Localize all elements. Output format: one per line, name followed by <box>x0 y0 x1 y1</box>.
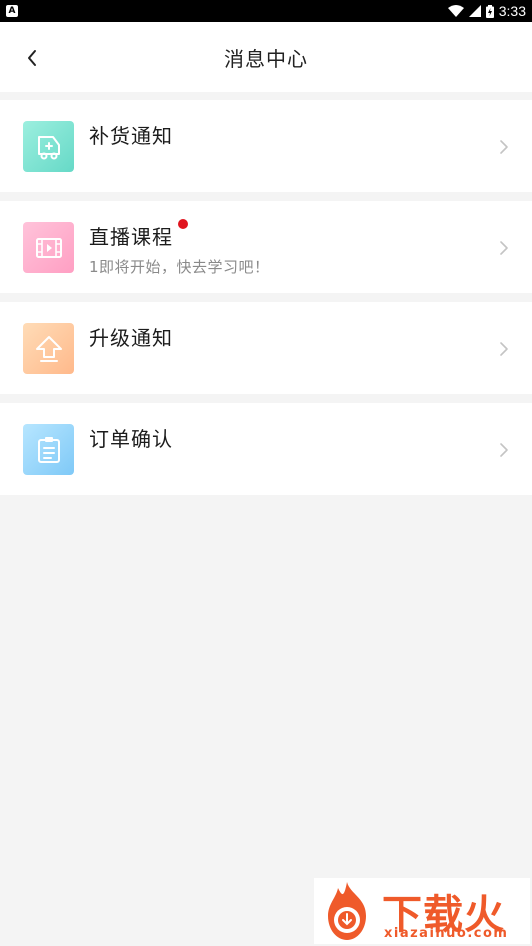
unread-dot <box>178 219 188 229</box>
message-title: 升级通知 <box>89 326 173 350</box>
battery-icon <box>485 4 494 18</box>
message-item-upgrade[interactable]: 升级通知 <box>0 302 532 394</box>
message-list: 补货通知 直播课程 1即将开始，快去学习吧！ 升级通知 订单确认 <box>0 100 532 495</box>
video-film-icon <box>23 222 74 273</box>
chevron-left-icon <box>28 50 36 66</box>
upgrade-arrow-icon <box>23 323 74 374</box>
message-preview: 1即将开始，快去学习吧！ <box>89 258 270 276</box>
app-notification-icon: A <box>6 5 18 17</box>
chevron-right-icon <box>500 342 508 356</box>
cell-signal-icon <box>468 5 481 17</box>
delivery-truck-icon <box>23 121 74 172</box>
status-bar: A 3:33 <box>0 0 532 22</box>
clipboard-icon <box>23 424 74 475</box>
message-title: 补货通知 <box>89 124 173 148</box>
status-time: 3:33 <box>498 3 526 19</box>
chevron-right-icon <box>500 443 508 457</box>
watermark: 下载火 xiazaihuo.com <box>314 878 530 944</box>
fire-logo-icon <box>328 882 366 940</box>
message-title: 订单确认 <box>89 427 173 451</box>
wifi-icon <box>447 5 464 17</box>
chevron-right-icon <box>500 241 508 255</box>
message-item-order-confirm[interactable]: 订单确认 <box>0 403 532 495</box>
header-bar: 消息中心 <box>0 22 532 92</box>
message-item-live-course[interactable]: 直播课程 1即将开始，快去学习吧！ <box>0 201 532 293</box>
message-item-restock[interactable]: 补货通知 <box>0 100 532 192</box>
message-title: 直播课程 <box>89 225 173 249</box>
chevron-right-icon <box>500 140 508 154</box>
watermark-url: xiazaihuo.com <box>384 926 509 941</box>
page-title: 消息中心 <box>224 46 308 71</box>
back-button[interactable] <box>18 44 46 72</box>
